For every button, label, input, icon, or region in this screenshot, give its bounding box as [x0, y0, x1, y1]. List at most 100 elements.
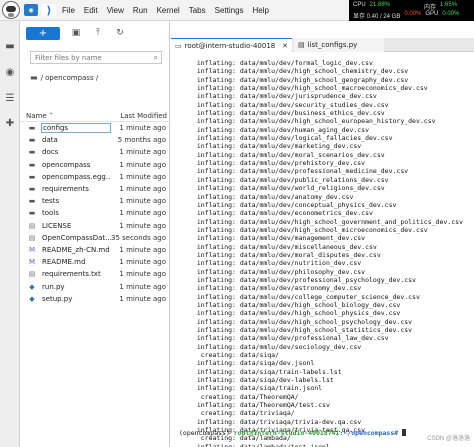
terminal-icon: ▭: [175, 41, 182, 50]
file-row[interactable]: ▬ opencompass 1 minute ago: [20, 159, 170, 171]
breadcrumb-path[interactable]: / opencompass /: [41, 74, 99, 82]
terminal-line: inflating: data/mmlu/dev/security_studie…: [189, 100, 389, 109]
tab-bar: ▭ root@intern-studio-40018 ✕ ▤ list_conf…: [171, 38, 474, 52]
file-name: run.py: [42, 282, 65, 291]
terminal-output: inflating: data/mmlu/dev/formal_logic_de…: [189, 59, 463, 447]
file-row[interactable]: ▬ configs 1 minute ago: [20, 122, 170, 134]
vscode-icon[interactable]: ⟩: [42, 4, 56, 17]
python-file-icon: ◆: [29, 294, 35, 303]
upload-icon[interactable]: ⤒: [92, 28, 104, 38]
file-row[interactable]: ▤ requirements.txt 1 minute ago: [20, 268, 170, 280]
gpu-mem-value: 0.00%: [442, 11, 460, 17]
system-monitor: CPU 21.88% 内存 1.65% 显存 0.40 / 24 GB 0.00…: [349, 0, 474, 21]
terminal-line: inflating: data/mmlu/dev/moral_disputes_…: [189, 250, 381, 259]
terminal-line: inflating: data/mmlu/dev/high_school_gov…: [189, 217, 463, 226]
filter-files-input[interactable]: [31, 53, 141, 62]
tab-terminal[interactable]: ▭ root@intern-studio-40018 ✕: [171, 38, 292, 52]
terminal-line: inflating: data/mmlu/dev/prehistory_dev.…: [189, 159, 366, 168]
file-row[interactable]: ▤ OpenCompassDat... 35 seconds ago: [20, 232, 170, 244]
terminal-line: inflating: data/mmlu/dev/high_school_bio…: [189, 300, 401, 309]
jupyter-app-icon[interactable]: ◉: [24, 4, 38, 16]
file-row[interactable]: ◆ run.py 1 minute ago: [20, 280, 170, 292]
file-modified: 1 minute ago: [119, 245, 166, 254]
mem-label: 内存: [424, 5, 437, 11]
menu-help[interactable]: Help: [253, 6, 269, 15]
file-row[interactable]: ▬ opencompass.egg... 1 minute ago: [20, 171, 170, 183]
activity-sidebar: ▬ ◉ ☰ ✚: [0, 21, 20, 447]
terminal-line: inflating: data/mmlu/dev/miscellaneous_d…: [189, 242, 377, 251]
terminal-line: inflating: data/siqa/train-labels.lst: [189, 367, 342, 376]
file-icon: ▤: [28, 233, 36, 242]
terminal-line: inflating: data/mmlu/dev/nutrition_dev.c…: [189, 259, 362, 268]
tab-label: list_configs.py: [307, 41, 358, 49]
terminal-panel[interactable]: inflating: data/mmlu/dev/formal_logic_de…: [171, 53, 474, 447]
menu-settings[interactable]: Settings: [215, 6, 244, 15]
terminal-line: inflating: data/siqa/train.jsonl: [189, 384, 323, 393]
cpu-label: CPU: [353, 2, 366, 8]
file-modified: 1 minute ago: [119, 185, 166, 194]
terminal-line: inflating: data/mmlu/dev/marketing_dev.c…: [189, 142, 362, 151]
file-name: requirements: [42, 185, 89, 194]
file-modified: 35 seconds ago: [111, 233, 166, 242]
menu-edit[interactable]: Edit: [84, 6, 98, 15]
watermark: CSDN @洛洛洛: [427, 436, 470, 442]
terminal-line: inflating: data/mmlu/dev/management_dev.…: [189, 234, 366, 243]
extension-icon[interactable]: ✚: [4, 118, 16, 130]
filter-files-field[interactable]: ⌕: [30, 51, 162, 64]
terminal-line: inflating: data/mmlu/dev/professional_ps…: [189, 275, 416, 284]
terminal-line: inflating: data/lambada/test.jsonl: [189, 442, 330, 447]
file-modified: 1 minute ago: [119, 148, 166, 157]
file-icon: ▤: [28, 270, 36, 279]
folder-icon: ▬: [30, 73, 38, 82]
name-column-header[interactable]: Name: [26, 112, 47, 120]
terminal-line: inflating: data/triviaqa/trivia-dev.qa.c…: [189, 417, 362, 426]
terminal-line: inflating: data/mmlu/dev/high_school_sta…: [189, 326, 413, 334]
terminal-line: inflating: data/siqa/dev-labels.lst: [189, 376, 334, 385]
file-modified: 1 minute ago: [119, 294, 166, 303]
command-palette-icon[interactable]: ☰: [4, 93, 16, 105]
folder-icon: ▬: [28, 172, 36, 181]
menu-file[interactable]: File: [62, 6, 75, 15]
file-browser: + ▣ ⤒ ↻ ⌕ ▬ / opencompass / Name ⌃ Last …: [20, 21, 170, 447]
file-row[interactable]: ▤ LICENSE 1 minute ago: [20, 220, 170, 232]
menu-view[interactable]: View: [107, 6, 124, 15]
file-name: configs: [41, 123, 111, 134]
terminal-line: inflating: data/mmlu/dev/high_school_psy…: [189, 317, 413, 326]
file-row[interactable]: ▬ data 5 months ago: [20, 134, 170, 146]
menu-kernel[interactable]: Kernel: [157, 6, 180, 15]
running-icon[interactable]: ◉: [4, 67, 16, 79]
refresh-icon[interactable]: ↻: [114, 28, 126, 38]
python-file-icon: ▤: [298, 41, 305, 49]
terminal-line: inflating: data/siqa/dev.jsonl: [189, 359, 315, 368]
terminal-prompt[interactable]: (opencompass) root@intern-studio-4001874…: [179, 429, 407, 437]
new-folder-icon[interactable]: ▣: [70, 28, 82, 38]
file-row[interactable]: ▬ tests 1 minute ago: [20, 195, 170, 207]
terminal-line: inflating: data/mmlu/dev/anatomy_dev.csv: [189, 192, 354, 201]
terminal-line: inflating: data/mmlu/dev/astronomy_dev.c…: [189, 284, 362, 293]
menu-tabs[interactable]: Tabs: [189, 6, 206, 15]
file-modified: 1 minute ago: [119, 209, 166, 218]
terminal-line: inflating: data/mmlu/dev/high_school_che…: [189, 67, 409, 76]
terminal-cursor: [402, 429, 407, 436]
file-row[interactable]: ◆ setup.py 1 minute ago: [20, 293, 170, 305]
file-row[interactable]: M README.md 1 minute ago: [20, 256, 170, 268]
file-row[interactable]: ▬ tools 1 minute ago: [20, 207, 170, 219]
folder-icon[interactable]: ▬: [4, 41, 16, 53]
search-icon: ⌕: [153, 52, 158, 62]
breadcrumb[interactable]: ▬ / opencompass /: [30, 73, 98, 82]
file-name: tests: [42, 197, 60, 206]
system-row-2: 显存 0.40 / 24 GB 0.00% GPU 0.00%: [353, 11, 459, 20]
menu-run[interactable]: Run: [133, 6, 148, 15]
modified-column-header[interactable]: Last Modified: [120, 112, 167, 120]
close-icon[interactable]: ✕: [282, 42, 288, 50]
terminal-line: inflating: data/mmlu/dev/moral_scenarios…: [189, 150, 385, 159]
file-row[interactable]: M README_zh-CN.md 1 minute ago: [20, 244, 170, 256]
new-launcher-button[interactable]: +: [26, 26, 60, 40]
file-modified: 1 minute ago: [119, 160, 166, 169]
tab-list-configs[interactable]: ▤ list_configs.py: [294, 38, 384, 52]
file-row[interactable]: ▬ requirements 1 minute ago: [20, 183, 170, 195]
file-name: opencompass.egg...: [42, 172, 111, 181]
file-row[interactable]: ▬ docs 1 minute ago: [20, 146, 170, 158]
folder-icon: ▬: [28, 124, 36, 133]
file-name: tools: [42, 209, 59, 218]
